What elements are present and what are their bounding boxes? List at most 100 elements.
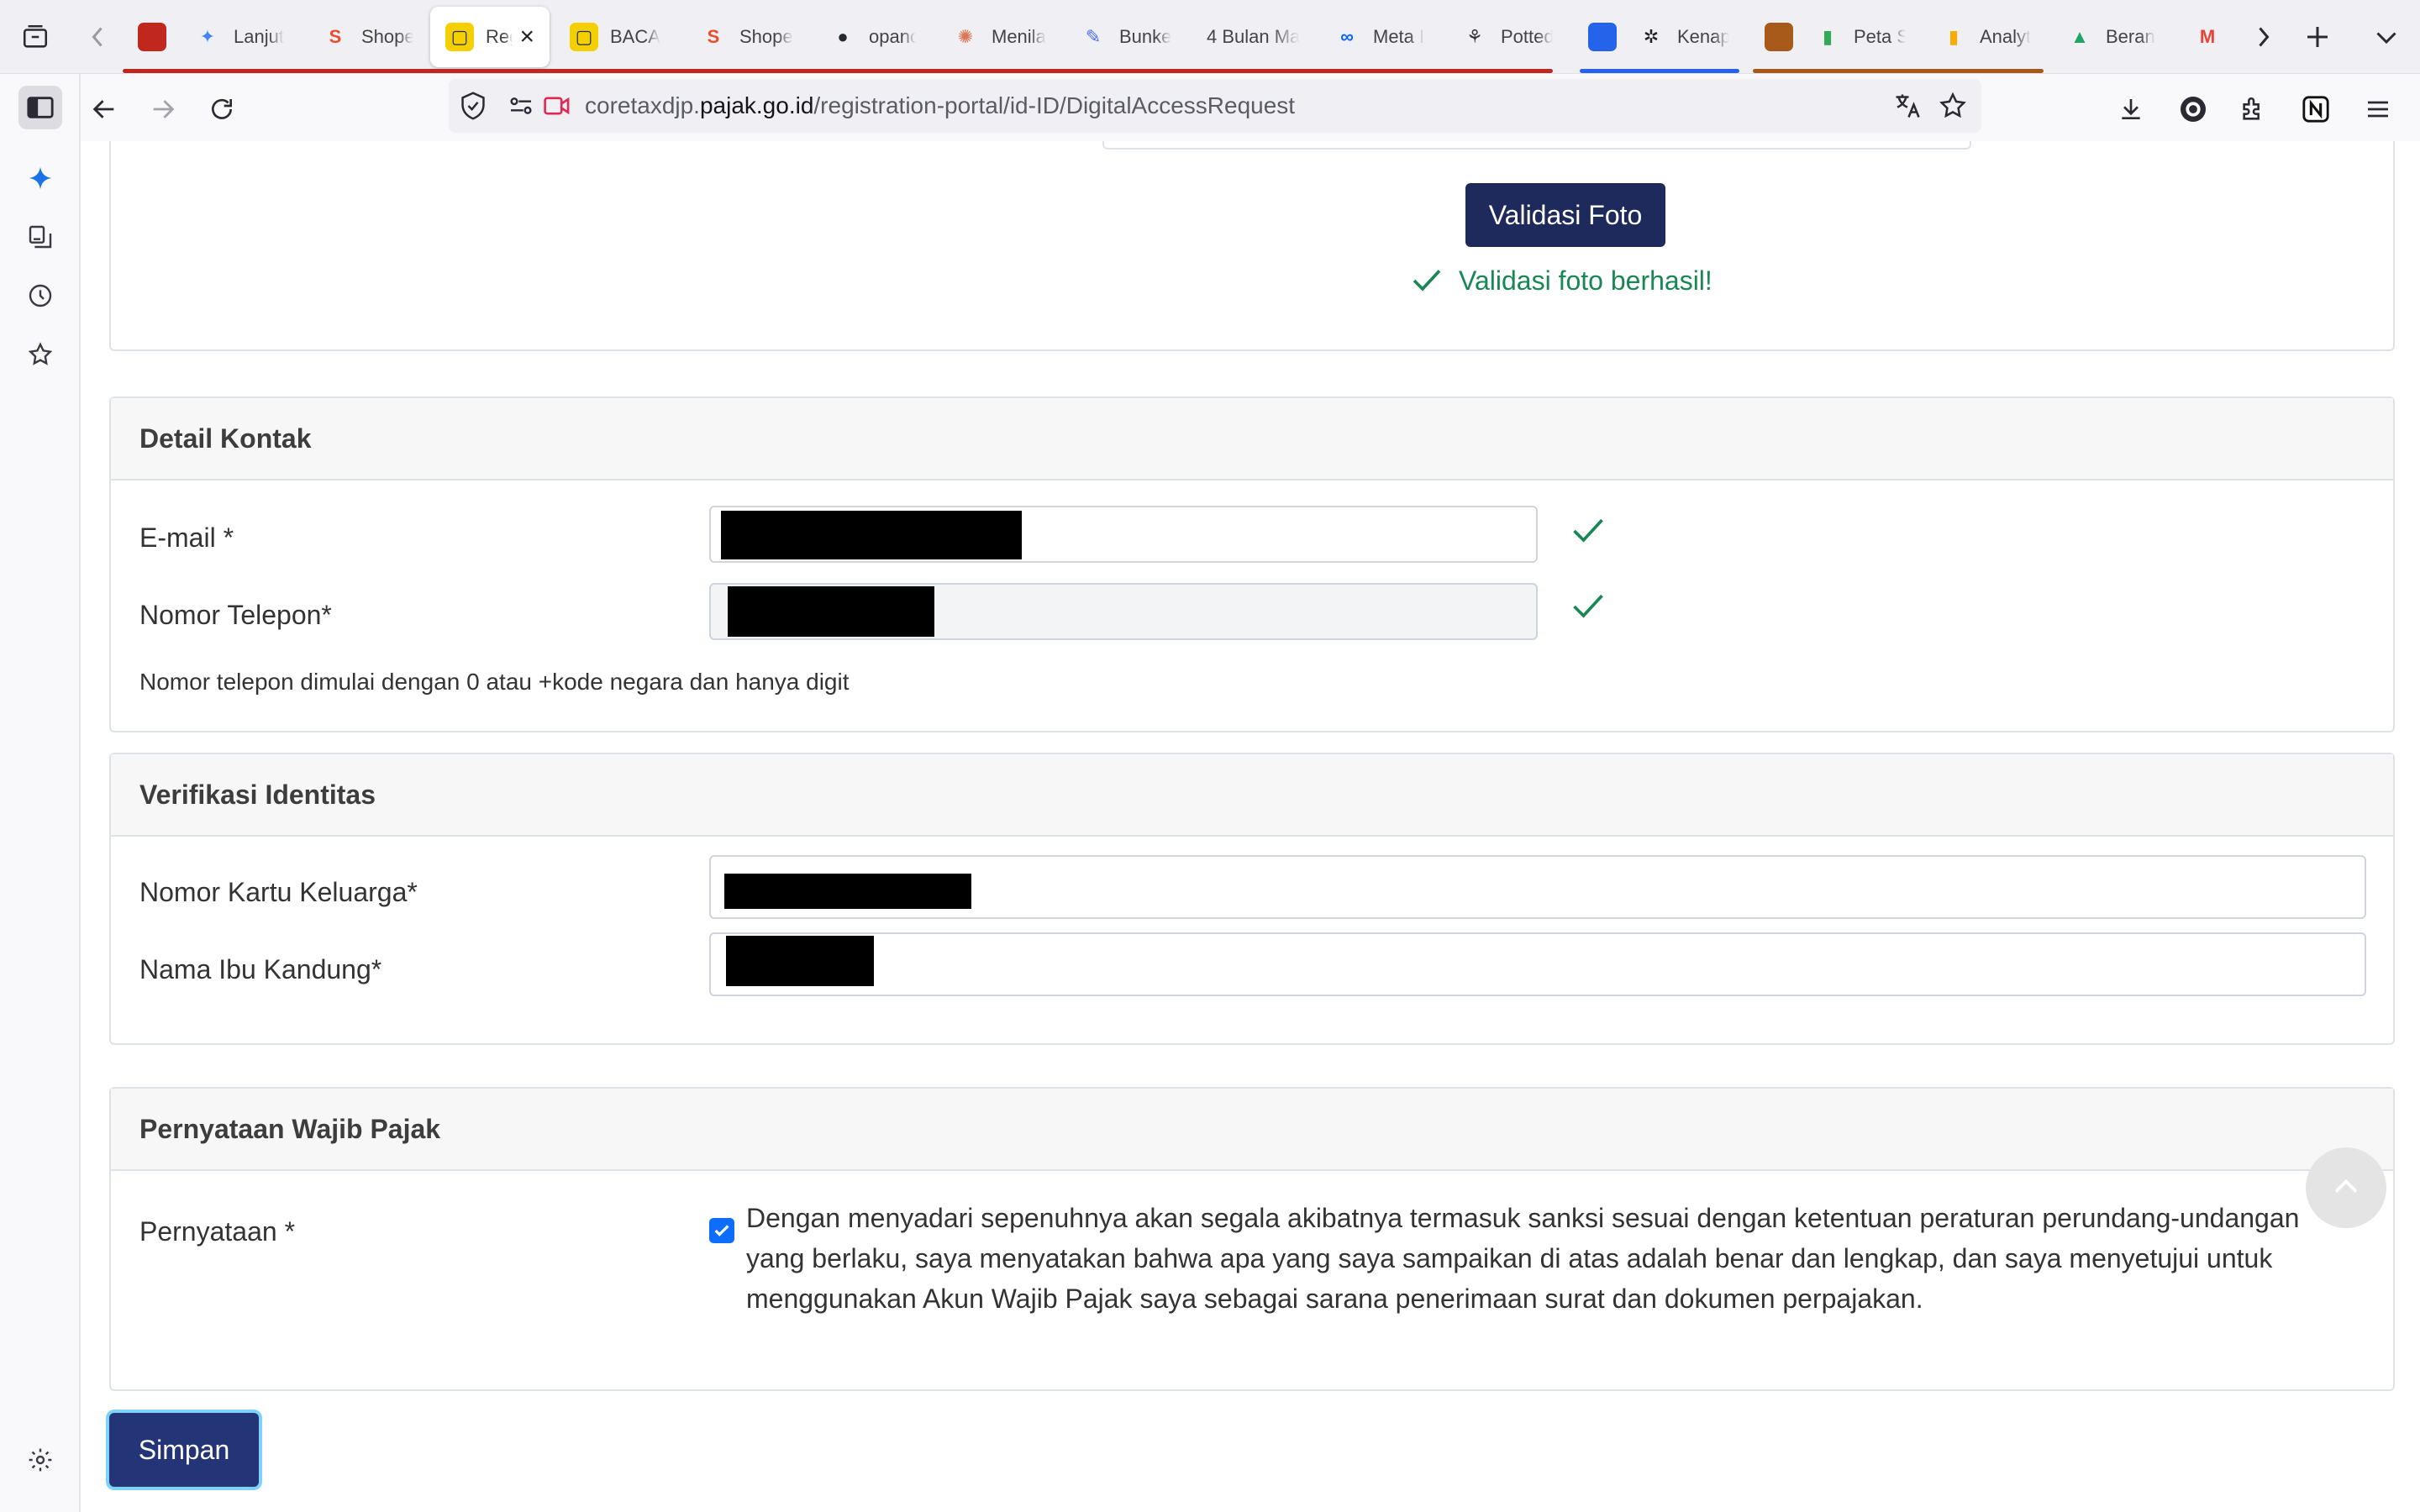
bookmarks-star-icon[interactable] bbox=[18, 333, 62, 376]
success-text: Validasi foto berhasil! bbox=[1459, 265, 1712, 296]
tab-6[interactable]: ● opano bbox=[813, 7, 931, 67]
tab-1[interactable]: ✦ Lanjut bbox=[178, 7, 302, 67]
contact-card-title: Detail Kontak bbox=[111, 398, 2393, 480]
address-bar[interactable]: coretaxdjp.pajak.go.id/registration-port… bbox=[449, 79, 1981, 133]
ai-chatbot-icon[interactable] bbox=[18, 156, 62, 200]
tab-7[interactable]: ✺ Menila bbox=[936, 7, 1062, 67]
github-icon: ● bbox=[837, 26, 849, 47]
tab-0[interactable] bbox=[123, 7, 173, 67]
success-check-icon bbox=[1413, 270, 1441, 291]
tab-label: Analyt bbox=[1980, 26, 2032, 47]
redacted-phone bbox=[728, 586, 934, 637]
close-tab-icon[interactable]: × bbox=[519, 23, 534, 51]
chevron-down-icon[interactable] bbox=[2366, 17, 2407, 57]
tab-label: Beran bbox=[2106, 26, 2155, 47]
identity-card: Verifikasi Identitas Nomor Kartu Keluarg… bbox=[109, 753, 2395, 1045]
tab-4[interactable]: ▢ BACA bbox=[555, 7, 679, 67]
forward-arrow-icon[interactable] bbox=[141, 87, 185, 131]
tab-group-indicator bbox=[123, 69, 1553, 73]
tab-strip: ✦ Lanjut S Shope ▢ Reg × ▢ BACA S Shope ● opano ✺ Meni… bbox=[0, 0, 2420, 74]
statement-line-1: Dengan menyadari sepenuhnya akan segala … bbox=[746, 1203, 2300, 1233]
scroll-tabs-left-icon[interactable] bbox=[82, 18, 113, 55]
statement-checkbox[interactable] bbox=[709, 1218, 734, 1243]
tab-group-indicator bbox=[1580, 69, 1739, 73]
browser-sidebar bbox=[0, 74, 81, 1512]
tab-11[interactable]: ⚘ Potted bbox=[1445, 7, 1568, 67]
page-content: Validasi Foto Validasi foto berhasil! De… bbox=[81, 141, 2420, 1512]
tab-5[interactable]: S Shope bbox=[684, 7, 810, 67]
tab-18[interactable]: MK bbox=[2178, 7, 2237, 67]
family-card-label: Nomor Kartu Keluarga* bbox=[139, 877, 418, 907]
tab-16[interactable]: ▮ Analyt bbox=[1924, 7, 2047, 67]
family-card-number-field[interactable] bbox=[709, 855, 2366, 919]
site-permissions-icon[interactable] bbox=[508, 92, 534, 123]
bookmark-star-icon[interactable] bbox=[1938, 91, 1968, 125]
tab-group-indicator bbox=[1753, 69, 2044, 73]
coretax-icon: ▢ bbox=[570, 23, 598, 51]
tab-label: Peta S bbox=[1854, 26, 1906, 47]
claude-icon: ✺ bbox=[957, 26, 974, 47]
tab-10[interactable]: ∞ Meta I bbox=[1318, 7, 1444, 67]
tab-12[interactable] bbox=[1573, 7, 1620, 67]
translate-icon[interactable] bbox=[1892, 91, 1923, 125]
reload-icon[interactable] bbox=[200, 87, 244, 131]
settings-gear-icon[interactable] bbox=[18, 1438, 62, 1482]
drive-icon: ▲ bbox=[2070, 26, 2089, 47]
potted-icon: ⚘ bbox=[1466, 26, 1483, 47]
email-label: E-mail * bbox=[139, 522, 234, 553]
photo-preview-bottom-edge bbox=[1102, 141, 1971, 150]
notion-icon[interactable] bbox=[2294, 87, 2338, 131]
tracking-shield-icon[interactable] bbox=[459, 91, 487, 125]
tab-2[interactable]: S Shope bbox=[306, 7, 429, 67]
tab-13[interactable]: ✲ Kenap bbox=[1622, 7, 1744, 67]
downloads-icon[interactable] bbox=[2109, 87, 2153, 131]
validate-photo-button[interactable]: Validasi Foto bbox=[1465, 183, 1665, 247]
redacted-email bbox=[721, 511, 1022, 559]
url-text[interactable]: coretaxdjp.pajak.go.id/registration-port… bbox=[585, 92, 1295, 119]
menu-hamburger-icon[interactable] bbox=[2356, 87, 2400, 131]
save-button[interactable]: Simpan bbox=[109, 1413, 259, 1487]
mother-name-label: Nama Ibu Kandung* bbox=[139, 954, 382, 984]
tab-17[interactable]: ▲ Beran bbox=[2050, 7, 2175, 67]
brown-square-icon bbox=[1765, 23, 1793, 51]
email-field[interactable] bbox=[709, 506, 1538, 563]
shopee-icon: S bbox=[707, 26, 720, 47]
tab-label: Potted bbox=[1501, 26, 1553, 47]
extension-o-icon[interactable] bbox=[2171, 87, 2215, 131]
phone-field[interactable] bbox=[709, 583, 1538, 640]
mother-name-field[interactable] bbox=[709, 932, 2366, 996]
statement-label: Pernyataan * bbox=[139, 1216, 296, 1247]
redacted-mother-name bbox=[726, 936, 874, 986]
phone-help-text: Nomor telepon dimulai dengan 0 atau +kod… bbox=[139, 669, 850, 695]
photo-card: Validasi Foto Validasi foto berhasil! bbox=[109, 141, 2395, 351]
tab-9[interactable]: 4 Bulan Ma bbox=[1192, 7, 1318, 67]
identity-card-title: Verifikasi Identitas bbox=[111, 754, 2393, 837]
back-arrow-icon[interactable] bbox=[82, 87, 126, 131]
openai-icon: ✲ bbox=[1643, 26, 1660, 47]
tab-label: Meta I bbox=[1373, 26, 1425, 47]
tab-list-icon[interactable] bbox=[15, 17, 55, 57]
sidebar-toggle-icon[interactable] bbox=[18, 86, 62, 129]
coretax-icon: ▢ bbox=[445, 23, 474, 51]
contact-card: Detail Kontak E-mail * Nomor Telepon* No… bbox=[109, 396, 2395, 732]
camera-blocked-icon[interactable] bbox=[543, 92, 571, 123]
extensions-puzzle-icon[interactable] bbox=[2232, 87, 2275, 131]
new-tab-icon[interactable] bbox=[2297, 17, 2338, 57]
synced-tabs-icon[interactable] bbox=[18, 215, 62, 259]
tab-label: BACA bbox=[610, 26, 660, 47]
scroll-to-top-button[interactable] bbox=[2306, 1147, 2386, 1228]
history-icon[interactable] bbox=[18, 274, 62, 318]
statement-card-title: Pernyataan Wajib Pajak bbox=[111, 1089, 2393, 1171]
chart-bars-icon: ▮ bbox=[1822, 26, 1833, 47]
bunker-icon: ✎ bbox=[1085, 26, 1102, 47]
blue-square-icon bbox=[1588, 23, 1617, 51]
statement-line-3: menggunakan Akun Wajib Pajak saya sebaga… bbox=[746, 1284, 1923, 1314]
tab-label: Menila bbox=[992, 26, 1046, 47]
tab-15[interactable]: ▮ Peta S bbox=[1798, 7, 1921, 67]
tab-8[interactable]: ✎ Bunke bbox=[1064, 7, 1186, 67]
tab-3[interactable]: ▢ Reg × bbox=[430, 7, 550, 67]
tab-14[interactable] bbox=[1749, 7, 1797, 67]
scroll-tabs-right-icon[interactable] bbox=[2249, 18, 2279, 55]
gmail-icon: M bbox=[2199, 26, 2216, 47]
tab-label: Shope bbox=[361, 26, 413, 47]
